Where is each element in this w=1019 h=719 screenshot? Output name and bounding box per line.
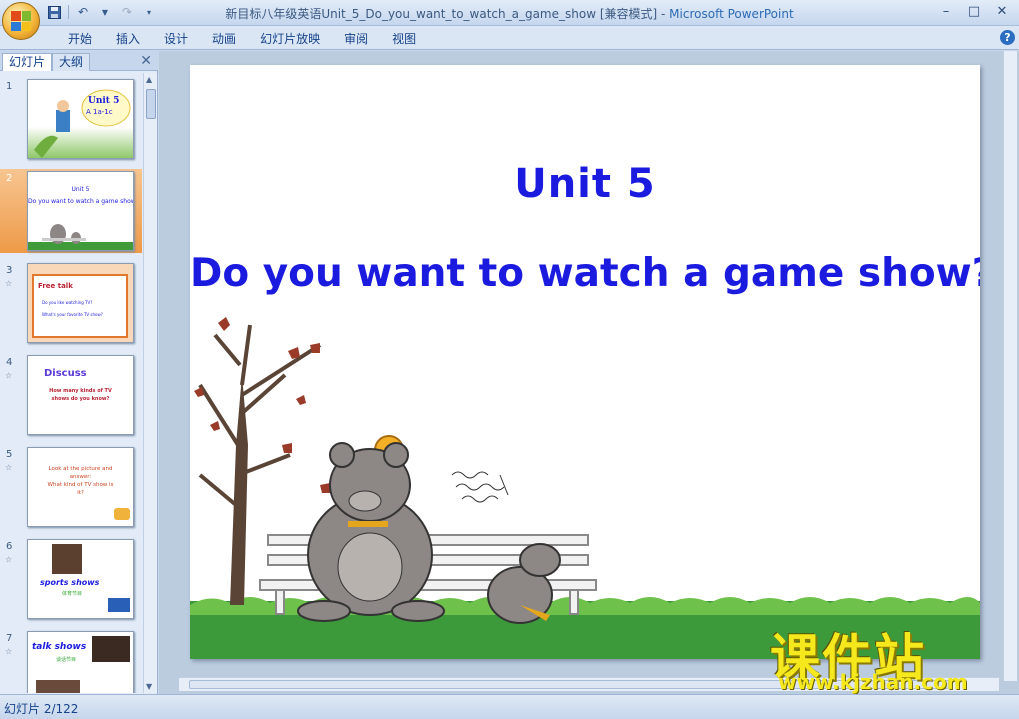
thumbnail-row-3[interactable]: 3 ☆ Free talk Do you like watching TV? W… xyxy=(0,261,142,345)
slide-editor: Unit 5 Do you want to watch a game show? xyxy=(159,51,1019,694)
animation-star-icon: ☆ xyxy=(5,555,13,564)
current-slide[interactable]: Unit 5 Do you want to watch a game show? xyxy=(190,65,980,659)
close-icon[interactable]: ✕ xyxy=(989,2,1015,20)
pane-tabs: 幻灯片 大纲 ✕ xyxy=(0,51,158,71)
scroll-thumb[interactable] xyxy=(146,89,156,119)
tab-animations[interactable]: 动画 xyxy=(200,30,248,48)
tab-home[interactable]: 开始 xyxy=(56,30,104,48)
thumbnail-number: 6 xyxy=(6,541,13,552)
thumbnail-text: Discuss xyxy=(44,368,87,379)
office-logo-icon xyxy=(11,11,31,31)
thumbnail-text: it? xyxy=(77,490,84,496)
thumbnail-art-1 xyxy=(34,89,131,158)
thumbnail-text: answer: xyxy=(69,474,92,480)
thumbnail-number: 5 xyxy=(6,449,13,460)
slide-title[interactable]: Unit 5 xyxy=(190,161,980,207)
thumbnail-slide-4[interactable]: Discuss How many kinds of TV shows do yo… xyxy=(27,355,134,435)
tab-outline[interactable]: 大纲 xyxy=(52,53,91,71)
tab-slideshow[interactable]: 幻灯片放映 xyxy=(248,30,332,48)
thumbnail-text: 体育节目 xyxy=(62,591,83,597)
thumbnail-picture xyxy=(36,680,80,693)
tab-design[interactable]: 设计 xyxy=(152,30,200,48)
thumbnail-row-4[interactable]: 4 ☆ Discuss How many kinds of TV shows d… xyxy=(0,353,142,437)
thumbnail-slide-6[interactable]: sports shows 体育节目 xyxy=(27,539,134,619)
tab-insert[interactable]: 插入 xyxy=(104,30,152,48)
thumbnail-text: What's your favorite TV show? xyxy=(42,312,103,317)
window-title: 新目标八年级英语Unit_5_Do_you_want_to_watch_a_ga… xyxy=(0,5,1019,22)
thumbnail-row-7[interactable]: 7 ☆ talk shows 谈话节目 xyxy=(0,629,142,693)
thumbnail-row-1[interactable]: 1 Unit 5 A 1a-1c xyxy=(0,77,142,161)
slide-counter: 幻灯片 2/122 xyxy=(4,702,79,716)
window-title-separator: - xyxy=(657,7,670,21)
thumbnail-text: shows do you know? xyxy=(51,396,110,402)
maximize-icon[interactable]: □ xyxy=(961,2,987,20)
thumbnail-slide-1[interactable]: Unit 5 A 1a-1c xyxy=(27,79,134,159)
thumbnail-slide-7[interactable]: talk shows 谈话节目 xyxy=(27,631,134,693)
thumbnail-text: What kind of TV show is xyxy=(47,482,114,488)
thumbnail-picture xyxy=(114,508,130,520)
thumbnail-number: 3 xyxy=(6,265,13,276)
help-icon[interactable]: ? xyxy=(1000,30,1015,45)
ribbon: 开始 插入 设计 动画 幻灯片放映 审阅 视图 ? xyxy=(0,26,1019,50)
thumbnail-text: sports shows xyxy=(40,578,100,587)
tab-review[interactable]: 审阅 xyxy=(332,30,380,48)
thumbnail-number: 1 xyxy=(6,81,13,92)
minimize-icon[interactable]: – xyxy=(933,2,959,20)
thumbnail-text: Do you want to watch a game show? xyxy=(28,198,134,205)
thumbnail-slide-5[interactable]: Look at the picture and answer: What kin… xyxy=(27,447,134,527)
animation-star-icon: ☆ xyxy=(5,279,13,288)
slide-scrollbar[interactable] xyxy=(1003,51,1017,681)
scroll-down-icon[interactable]: ▼ xyxy=(146,682,152,691)
animation-star-icon: ☆ xyxy=(5,647,13,656)
thumbnail-text: Unit 5 xyxy=(88,96,120,106)
thumbnail-list: 1 Unit 5 A 1a-1c 2 Unit 5 Do you want to… xyxy=(0,73,142,693)
ribbon-tabs: 开始 插入 设计 动画 幻灯片放映 审阅 视图 xyxy=(56,30,428,48)
animation-star-icon: ☆ xyxy=(5,371,13,380)
thumbnail-text: Do you like watching TV? xyxy=(42,300,93,305)
title-bar: ↶ ▼ ↷ ▾ 新目标八年级英语Unit_5_Do_you_want_to_wa… xyxy=(0,0,1019,40)
thumbnail-text: Unit 5 xyxy=(71,186,90,193)
thumbnail-row-5[interactable]: 5 ☆ Look at the picture and answer: What… xyxy=(0,445,142,529)
window-title-file: 新目标八年级英语Unit_5_Do_you_want_to_watch_a_ga… xyxy=(225,7,658,21)
thumbnail-art-2 xyxy=(42,224,86,244)
window-title-app: Microsoft PowerPoint xyxy=(669,7,794,21)
thumbnail-scrollbar[interactable]: ▲ ▼ xyxy=(143,73,157,693)
thumbnail-text: How many kinds of TV xyxy=(49,388,112,394)
close-pane-icon[interactable]: ✕ xyxy=(140,53,152,69)
thumbnail-picture xyxy=(108,598,130,612)
status-bar: 幻灯片 2/122 xyxy=(0,694,1019,719)
thumbnail-picture xyxy=(92,636,130,662)
slide-subtitle[interactable]: Do you want to watch a game show? xyxy=(190,251,980,296)
thumbnail-text: talk shows xyxy=(32,642,87,652)
thumbnail-text: Look at the picture and xyxy=(48,466,113,472)
thumbnail-slide-3[interactable]: Free talk Do you like watching TV? What'… xyxy=(27,263,134,343)
thumbnail-number: 4 xyxy=(6,357,13,368)
thumbnail-row-6[interactable]: 6 ☆ sports shows 体育节目 xyxy=(0,537,142,621)
tab-view[interactable]: 视图 xyxy=(380,30,428,48)
slide-illustration xyxy=(190,317,980,659)
thumbnail-text: Free talk xyxy=(38,282,73,290)
thumbnail-text: A 1a-1c xyxy=(86,108,113,116)
thumbnail-slide-2[interactable]: Unit 5 Do you want to watch a game show? xyxy=(27,171,134,251)
thumbnail-text: 谈话节目 xyxy=(56,657,77,663)
scroll-up-icon[interactable]: ▲ xyxy=(146,75,152,84)
watermark-url: www.kjzhan.com xyxy=(778,670,968,694)
office-button[interactable] xyxy=(2,2,40,40)
window-controls: – □ ✕ xyxy=(933,2,1015,20)
thumbnail-picture xyxy=(52,544,82,574)
slides-pane: 幻灯片 大纲 ✕ 1 Unit 5 A 1a-1c 2 Unit 5 Do yo… xyxy=(0,51,158,694)
tab-slides[interactable]: 幻灯片 xyxy=(2,53,53,71)
thumbnail-number: 7 xyxy=(6,633,13,644)
thumbnail-number: 2 xyxy=(6,173,13,184)
animation-star-icon: ☆ xyxy=(5,463,13,472)
thumbnail-row-2[interactable]: 2 Unit 5 Do you want to watch a game sho… xyxy=(0,169,142,253)
